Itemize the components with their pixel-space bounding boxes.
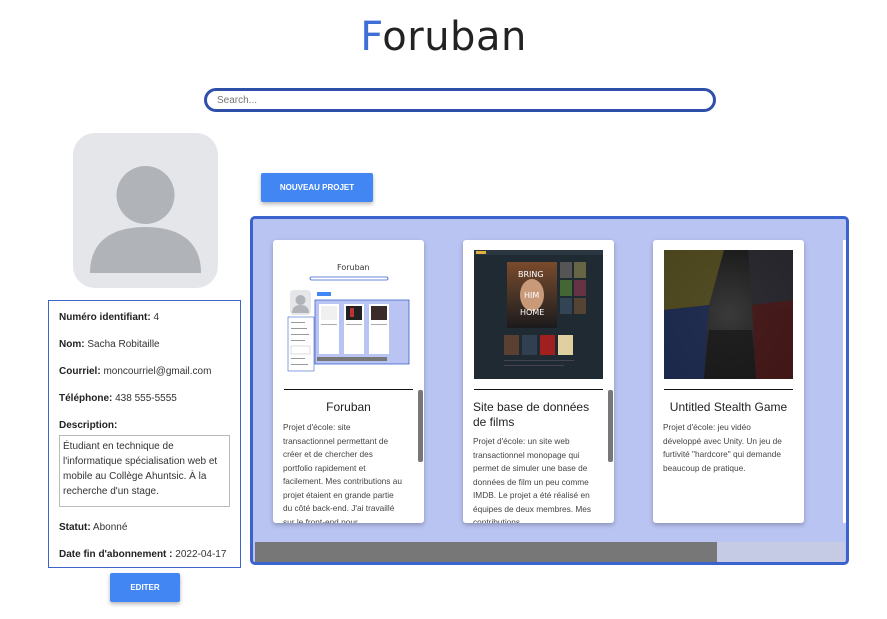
profile-id-value: 4: [153, 312, 160, 323]
profile-phone: Téléphone: 438 555-5555: [59, 392, 230, 405]
projects-carousel[interactable]: Foruban Foruban Projet d'école: site tra…: [250, 216, 849, 565]
profile-email-label: Courriel:: [59, 366, 101, 377]
profile-status: Statut: Abonné: [59, 521, 230, 534]
project-card[interactable]: Foruban Foruban Projet d'école: site tra…: [273, 240, 424, 523]
horizontal-scrollbar-thumb[interactable]: [255, 542, 717, 562]
thumb-title: Foruban: [337, 263, 370, 272]
project-title: Site base de données de films: [473, 400, 590, 429]
profile-info-card: Numéro identifiant: 4 Nom: Sacha Robitai…: [48, 300, 241, 568]
profile-name-value: Sacha Robitaille: [87, 339, 160, 350]
user-silhouette-icon: [90, 166, 201, 273]
project-description: Projet d'école: un site web transactionn…: [473, 436, 592, 523]
project-title: Foruban: [326, 400, 371, 414]
project-title: Untitled Stealth Game: [669, 400, 788, 414]
poster-word-3: HOME: [520, 308, 544, 317]
project-thumbnail: BRING HIM HOME: [474, 250, 603, 379]
search-input[interactable]: [217, 91, 697, 109]
logo-initial: F: [360, 14, 383, 60]
project-card[interactable]: Untitled Stealth Game Projet d'école: je…: [653, 240, 804, 523]
project-description: Projet d'école: jeu vidéo développé avec…: [663, 422, 782, 473]
profile-sub-end-value: 2022-04-17: [175, 549, 227, 560]
profile-description-box: Étudiant en technique de l'informatique …: [59, 435, 230, 507]
profile-name-label: Nom:: [59, 339, 85, 350]
card-divider: [474, 389, 603, 390]
profile-status-label: Statut:: [59, 522, 91, 533]
project-card[interactable]: BRING HIM HOME Site base de données de f…: [463, 240, 614, 523]
profile-sub-end-label: Date fin d'abonnement :: [59, 549, 173, 560]
poster-word-1: BRING: [518, 270, 544, 279]
project-description: Projet d'école: site transactionnel perm…: [283, 422, 402, 523]
profile-subscription-end: Date fin d'abonnement : 2022-04-17: [59, 548, 230, 561]
card-scrollbar[interactable]: [418, 390, 423, 462]
card-divider: [284, 389, 413, 390]
new-project-button[interactable]: NOUVEAU PROJET: [261, 173, 373, 202]
foruban-screenshot-thumbnail: Foruban: [284, 250, 413, 379]
card-divider: [664, 389, 793, 390]
logo-text: oruban: [382, 14, 527, 60]
project-thumbnail: Foruban: [284, 250, 413, 379]
stealth-game-thumbnail: [664, 250, 793, 379]
poster-word-2: HIM: [524, 291, 539, 300]
profile-description-label: Description:: [59, 420, 118, 431]
profile-description: Description:: [59, 419, 230, 432]
site-logo[interactable]: Foruban: [0, 14, 887, 60]
search-bar[interactable]: [204, 88, 716, 112]
profile-name: Nom: Sacha Robitaille: [59, 338, 230, 351]
profile-email: Courriel: moncourriel@gmail.com: [59, 365, 230, 378]
avatar: [73, 133, 218, 288]
card-scrollbar[interactable]: [608, 390, 613, 462]
profile-status-value: Abonné: [92, 522, 128, 533]
profile-phone-value: 438 555-5555: [115, 393, 177, 404]
edit-profile-button[interactable]: EDITER: [110, 573, 180, 602]
profile-id-label: Numéro identifiant:: [59, 312, 151, 323]
profile-phone-label: Téléphone:: [59, 393, 113, 404]
movie-site-thumbnail: BRING HIM HOME: [474, 250, 603, 379]
project-card-partial[interactable]: [843, 240, 846, 523]
profile-id: Numéro identifiant: 4: [59, 311, 230, 324]
profile-email-value: moncourriel@gmail.com: [103, 366, 212, 377]
project-thumbnail: [664, 250, 793, 379]
